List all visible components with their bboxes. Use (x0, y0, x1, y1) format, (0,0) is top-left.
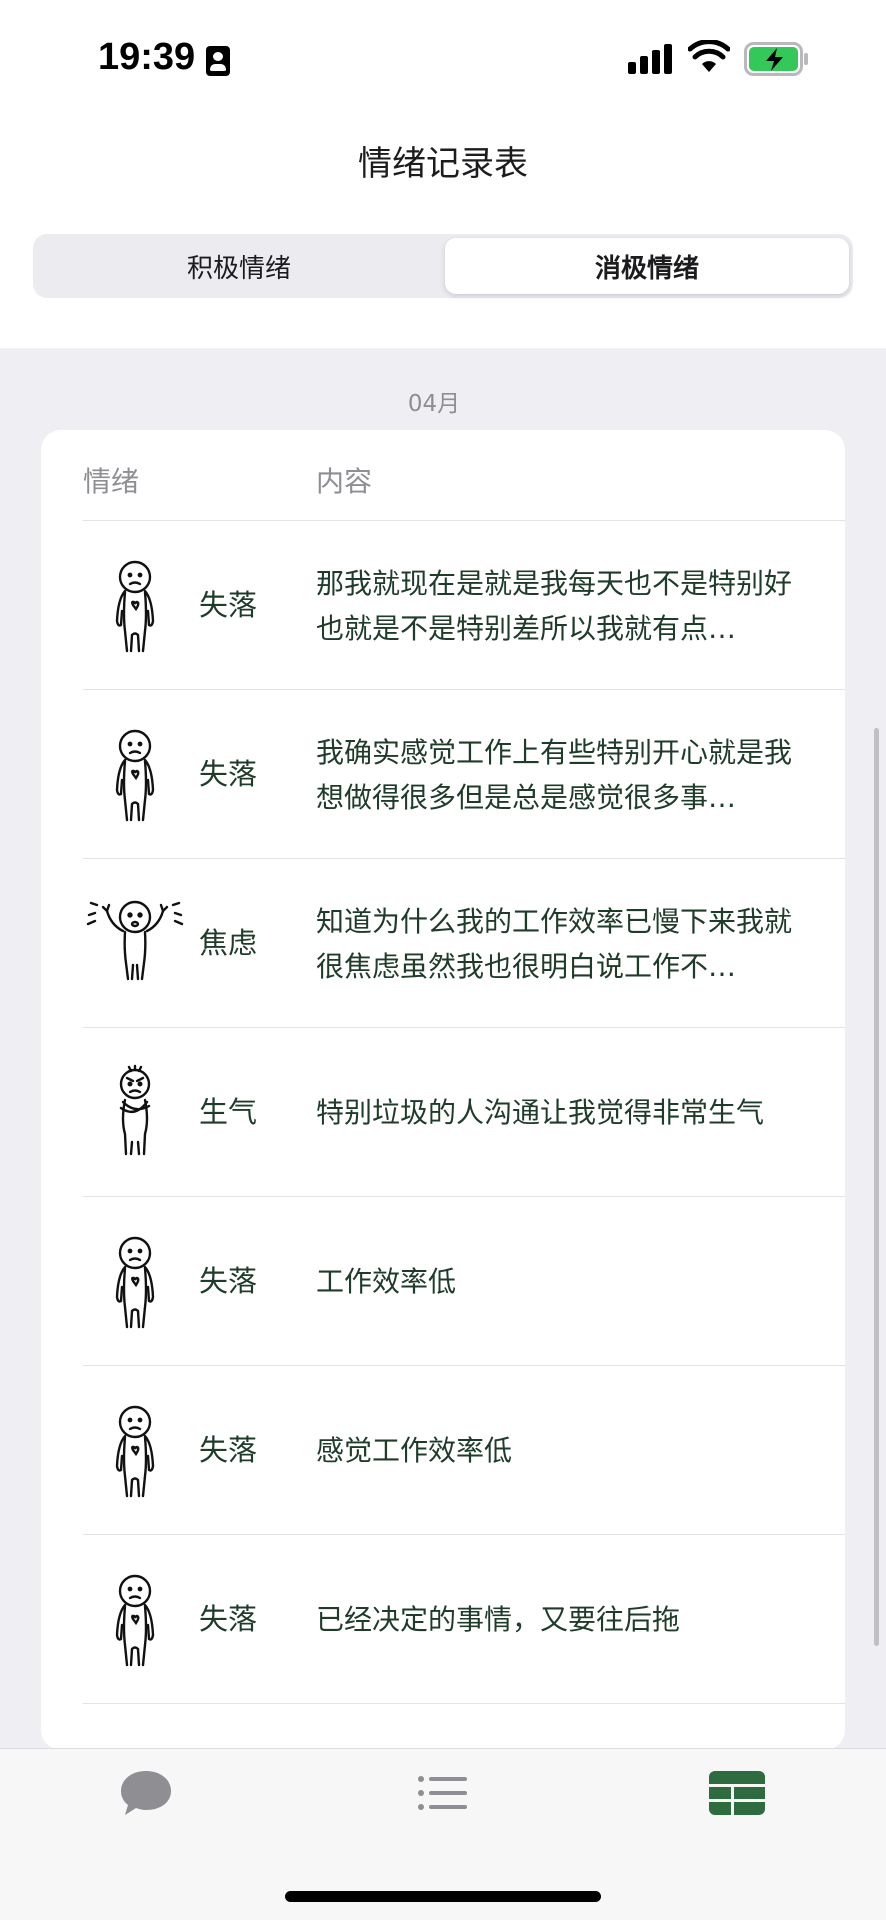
sad-figure-icon (115, 1236, 155, 1329)
emotion-label: 失落 (199, 1264, 258, 1298)
page-title: 情绪记录表 (358, 144, 528, 184)
content-text: 已经决定的事情，又要往后拖 (316, 1603, 681, 1636)
tab-negative-emotions[interactable]: 消极情绪 (445, 238, 849, 294)
sad-figure-icon (115, 560, 155, 653)
emotion-label: 失落 (199, 757, 258, 791)
status-bar: 19:39 (0, 0, 886, 110)
month-label: 04月 (407, 391, 461, 417)
content-text: 我确实感觉工作上有些特别开心就是我想做得很多但是总是感觉很多事… (316, 735, 793, 814)
emotion-label: 生气 (199, 1095, 258, 1129)
emotion-label: 失落 (199, 1433, 258, 1467)
sad-figure-icon (115, 729, 155, 822)
content-text: 特别垃圾的人沟通让我觉得非常生气 (316, 1096, 765, 1129)
column-header-content: 内容 (316, 465, 373, 498)
id-card-icon (206, 46, 230, 76)
tab-positive-emotions[interactable]: 积极情绪 (37, 238, 441, 294)
chat-bubble-icon[interactable] (116, 1765, 176, 1821)
emotion-label: 焦虑 (199, 926, 258, 960)
table-icon[interactable] (707, 1765, 767, 1821)
column-header-emotion: 情绪 (83, 465, 140, 498)
content-text: 感觉工作效率低 (316, 1434, 513, 1467)
content-text: 那我就现在是就是我每天也不是特别好也就是不是特别差所以我就有点… (316, 566, 793, 645)
sad-figure-icon (115, 1574, 155, 1667)
battery-charging-icon (744, 42, 808, 76)
list-icon[interactable] (413, 1765, 473, 1821)
emotion-label: 失落 (199, 1602, 258, 1636)
content-text: 知道为什么我的工作效率已慢下来我就很焦虑虽然我也很明白说工作不… (316, 904, 793, 983)
content-text: 工作效率低 (316, 1265, 457, 1298)
wifi-icon (688, 40, 730, 72)
table-row[interactable]: 生气 特别垃圾的人沟通让我觉得非常生气 (41, 1028, 845, 1197)
table-row[interactable]: 失落 我确实感觉工作上有些特别开心就是我想做得很多但是总是感觉很多事… (41, 690, 845, 859)
sad-figure-icon (115, 1405, 155, 1498)
table-row[interactable]: 失落 工作效率低 (41, 1197, 845, 1366)
home-indicator (285, 1891, 601, 1902)
table-row[interactable]: 失落 感觉工作效率低 (41, 1366, 845, 1535)
table-row[interactable]: 失落 已经决定的事情，又要往后拖 (41, 1535, 845, 1704)
status-time: 19:39 (98, 36, 196, 78)
cellular-signal-icon (628, 44, 674, 74)
header: 情绪记录表 积极情绪 消极情绪 (0, 110, 886, 348)
segmented-control: 积极情绪 消极情绪 (33, 234, 853, 298)
anxious-figure-icon (86, 900, 184, 981)
angry-figure-icon (119, 1064, 151, 1156)
table-row[interactable]: 失落 那我就现在是就是我每天也不是特别好也就是不是特别差所以我就有点… (41, 521, 845, 690)
table-row[interactable]: 焦虑 知道为什么我的工作效率已慢下来我就很焦虑虽然我也很明白说工作不… (41, 859, 845, 1028)
emotion-label: 失落 (199, 588, 258, 622)
emotion-table-card: 情绪 内容 失落 那我就现在是就是我每天也不是特别好也就是不是特别差所以我就有点… (41, 430, 845, 1750)
scroll-indicator[interactable] (874, 728, 879, 1646)
